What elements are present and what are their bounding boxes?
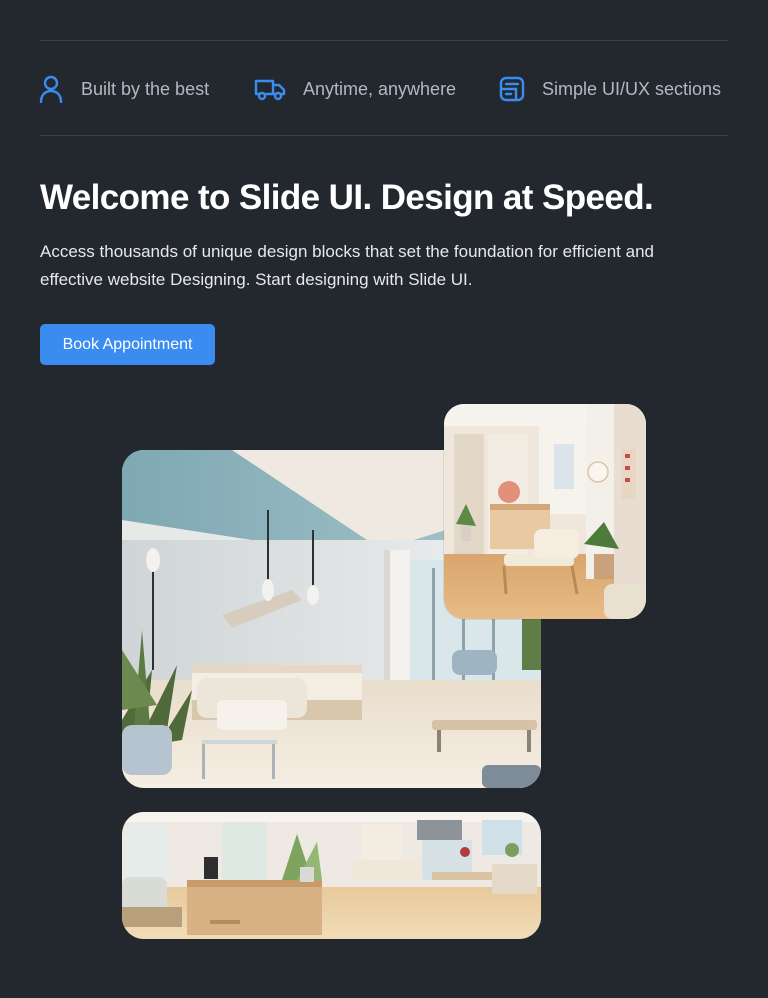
- layout-icon: [499, 75, 525, 103]
- waiting-room-photo: [444, 404, 646, 619]
- feature-item-simple: Simple UI/UX sections: [499, 75, 721, 103]
- hero-title: Welcome to Slide UI. Design at Speed.: [40, 178, 654, 217]
- page: Built by the best Anytime, anywhere Simp…: [0, 0, 768, 998]
- feature-label: Built by the best: [81, 78, 210, 99]
- feature-list: Built by the best Anytime, anywhere Simp…: [38, 72, 738, 106]
- book-appointment-button[interactable]: Book Appointment: [40, 324, 215, 365]
- reception-photo: [122, 812, 541, 939]
- feature-item-anytime: Anytime, anywhere: [254, 75, 499, 103]
- hero-description: Access thousands of unique design blocks…: [40, 242, 654, 289]
- feature-item-built: Built by the best: [38, 75, 254, 103]
- user-icon: [38, 75, 64, 103]
- top-divider: [40, 40, 728, 41]
- feature-label: Simple UI/UX sections: [542, 78, 722, 99]
- feature-label: Anytime, anywhere: [303, 78, 457, 99]
- bottom-divider: [40, 135, 728, 136]
- truck-icon: [254, 75, 286, 103]
